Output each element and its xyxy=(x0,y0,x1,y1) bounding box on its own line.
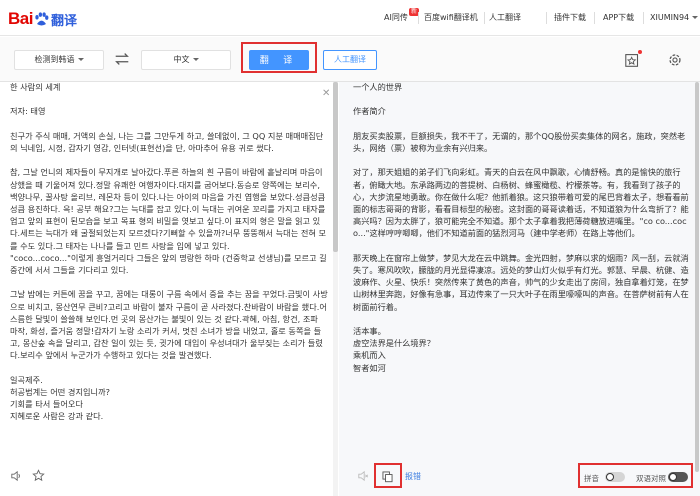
clear-text-icon[interactable]: ✕ xyxy=(322,88,330,99)
chevron-down-icon xyxy=(77,58,84,61)
source-language-label: 检测到韩语 xyxy=(34,55,75,64)
notification-dot xyxy=(638,50,642,54)
target-panel: 一个人的世界 作者简介 朋友买卖股票，巨额损失，我不干了，无谓的，那个QQ股份买… xyxy=(339,82,700,496)
username: XIUMIN94 xyxy=(650,13,690,22)
translate-button-highlight xyxy=(241,42,317,73)
nav-divider xyxy=(546,12,547,24)
speaker-muted-icon[interactable] xyxy=(357,470,369,482)
nav-divider xyxy=(418,12,419,24)
nav-ai-interpretation[interactable]: AI同传 xyxy=(384,0,408,36)
settings-gear-icon[interactable] xyxy=(666,51,684,69)
baidu-translate-logo[interactable]: Bai 翻译 xyxy=(8,8,77,30)
logo-translate-text: 翻译 xyxy=(50,13,77,29)
source-scrollbar-thumb[interactable] xyxy=(333,82,338,252)
paw-icon xyxy=(35,11,49,25)
target-language-select[interactable]: 中文 xyxy=(141,50,231,70)
source-panel: 한 사람의 세계 저자: 태영 친구가 주식 매매, 거액의 손실, 나는 그를… xyxy=(0,82,338,496)
speaker-icon[interactable] xyxy=(10,470,22,482)
nav-divider xyxy=(594,12,595,24)
logo-bai-text: Bai xyxy=(8,9,33,28)
source-language-select[interactable]: 检测到韩语 xyxy=(14,50,104,70)
top-navigation: Bai 翻译 AI同传 新 百度wifi翻译机 人工翻译 插件下载 APP下载 … xyxy=(0,0,700,36)
toggles-highlight xyxy=(578,463,693,488)
target-scrollbar-thumb[interactable] xyxy=(695,82,699,472)
nav-plugin-download[interactable]: 插件下载 xyxy=(554,0,586,36)
target-scrollbar[interactable] xyxy=(694,82,700,472)
source-scrollbar[interactable] xyxy=(333,82,338,496)
nav-divider xyxy=(643,12,644,24)
chevron-down-icon xyxy=(192,58,199,61)
nav-divider xyxy=(484,12,485,24)
chevron-down-icon xyxy=(692,16,699,19)
nav-wifi-translator[interactable]: 百度wifi翻译机 xyxy=(424,0,478,36)
user-menu[interactable]: XIUMIN94 xyxy=(650,0,699,36)
star-icon[interactable] xyxy=(32,469,45,482)
human-translation-button[interactable]: 人工翻译 xyxy=(323,50,377,70)
swap-languages-icon[interactable] xyxy=(113,50,131,68)
language-toolbar: 检测到韩语 中文 翻 译 人工翻译 xyxy=(0,37,700,82)
nav-app-download[interactable]: APP下载 xyxy=(603,0,634,36)
source-text-area[interactable]: 한 사람의 세계 저자: 태영 친구가 주식 매매, 거액의 손실, 나는 그를… xyxy=(10,81,328,423)
nav-human-translation[interactable]: 人工翻译 xyxy=(489,0,521,36)
report-error-link[interactable]: 报错 xyxy=(405,471,421,482)
target-language-label: 中文 xyxy=(173,55,190,64)
translation-output: 一个人的世界 作者简介 朋友买卖股票，巨额损失，我不干了，无谓的，那个QQ股份买… xyxy=(353,82,689,373)
copy-button-highlight xyxy=(374,463,402,488)
